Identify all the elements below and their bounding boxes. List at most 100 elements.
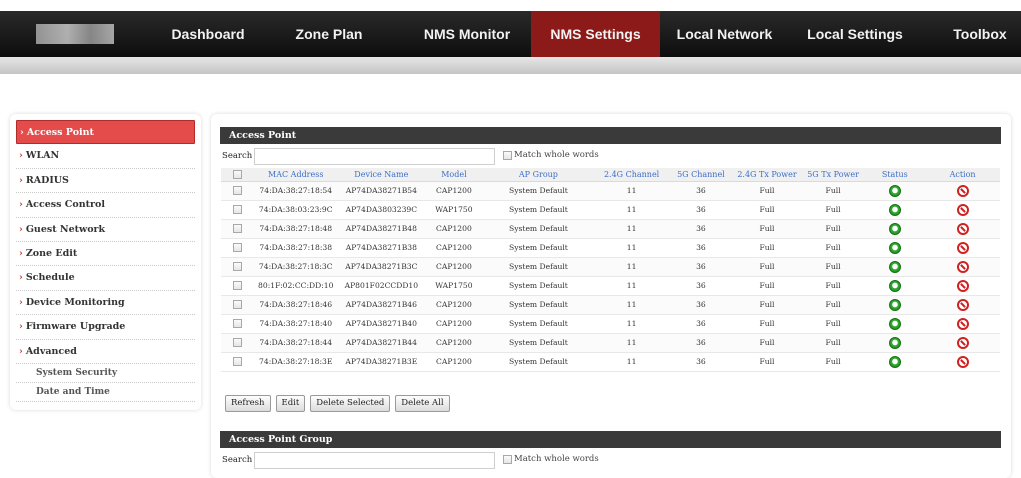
row-select-checkbox[interactable] <box>232 300 242 310</box>
row-select-cell <box>221 295 254 315</box>
sidebar-item-label: RADIUS <box>25 174 69 186</box>
cell-group: System Default <box>483 333 594 353</box>
sidebar-item-guest-network[interactable]: › Guest Network <box>16 218 195 242</box>
delete-icon[interactable] <box>956 222 969 235</box>
cell-ch5: 36 <box>669 219 733 239</box>
online-status-icon <box>888 260 901 273</box>
match-whole-words-option[interactable]: Match whole words <box>503 150 599 160</box>
sidebar-item-wlan[interactable]: › WLAN <box>16 144 195 169</box>
delete-icon[interactable] <box>956 355 969 368</box>
row-select-checkbox[interactable] <box>232 262 242 272</box>
nav-toolbox[interactable]: Toolbox <box>940 11 1020 57</box>
column-header[interactable]: Action <box>925 168 1000 182</box>
row-select-checkbox[interactable] <box>232 281 242 291</box>
sidebar-item-access-point[interactable]: › Access Point <box>16 120 195 145</box>
nav-local-network[interactable]: Local Network <box>667 11 782 57</box>
sidebar-item-advanced[interactable]: › Advanced <box>16 340 195 364</box>
row-select-cell <box>221 181 254 201</box>
brand-logo[interactable] <box>36 24 114 44</box>
search-row: Search Match whole words <box>220 144 1001 168</box>
table-actions: Refresh Edit Delete Selected Delete All <box>225 395 450 412</box>
column-header[interactable]: 5G Tx Power <box>801 168 865 182</box>
delete-icon[interactable] <box>956 298 969 311</box>
chevron-right-icon: › <box>19 296 23 308</box>
delete-icon[interactable] <box>956 241 969 254</box>
match-whole-words-checkbox[interactable] <box>503 454 512 464</box>
sidebar-item-device-monitoring[interactable]: › Device Monitoring <box>16 291 195 316</box>
group-search-input[interactable] <box>254 452 495 469</box>
online-status-icon <box>888 241 901 254</box>
cell-tx5: Full <box>801 314 865 334</box>
cell-mac: 74:DA:38:27:18:38 <box>253 238 338 258</box>
cell-mac: 74:DA:38:27:18:54 <box>253 181 338 201</box>
cell-group: System Default <box>483 295 594 315</box>
online-status-icon <box>888 203 901 216</box>
cell-model: CAP1200 <box>424 333 484 353</box>
sidebar-subitem-system-security[interactable]: System Security <box>16 364 195 383</box>
delete-icon[interactable] <box>956 317 969 330</box>
sidebar-item-schedule[interactable]: › Schedule <box>16 266 195 291</box>
table-row: 74:DA:38:27:18:38 AP74DA38271B38 CAP1200 Sy… <box>221 238 1000 258</box>
cell-name: AP74DA38271B40 <box>338 314 425 334</box>
status-cell <box>864 200 926 220</box>
nav-dashboard[interactable]: Dashboard <box>158 11 258 57</box>
cell-ch5: 36 <box>669 352 733 372</box>
column-header[interactable]: 2.4G Tx Power <box>732 168 802 182</box>
row-select-checkbox[interactable] <box>232 186 242 196</box>
status-cell <box>864 295 926 315</box>
cell-tx5: Full <box>801 295 865 315</box>
row-select-checkbox[interactable] <box>232 224 242 234</box>
sidebar-item-radius[interactable]: › RADIUS <box>16 169 195 194</box>
row-select-checkbox[interactable] <box>232 338 242 348</box>
sidebar-item-label: Access Point <box>26 127 94 138</box>
column-header[interactable]: AP Group <box>483 168 594 182</box>
edit-button[interactable]: Edit <box>275 395 306 412</box>
online-status-icon <box>888 184 901 197</box>
match-whole-words-checkbox[interactable] <box>503 150 512 160</box>
delete-icon[interactable] <box>956 203 969 216</box>
sidebar-item-label: Access Control <box>25 199 105 211</box>
delete-icon[interactable] <box>956 260 969 273</box>
column-header[interactable]: 5G Channel <box>669 168 733 182</box>
cell-tx5: Full <box>801 333 865 353</box>
row-select-checkbox[interactable] <box>232 243 242 253</box>
nav-nms-monitor[interactable]: NMS Monitor <box>412 11 522 57</box>
cell-mac: 74:DA:38:27:18:3C <box>253 257 338 277</box>
chevron-right-icon: › <box>19 223 23 235</box>
nav-nms-settings[interactable]: NMS Settings <box>531 11 660 57</box>
delete-selected-button[interactable]: Delete Selected <box>310 395 391 412</box>
cell-model: CAP1200 <box>424 181 484 201</box>
cell-tx5: Full <box>801 276 865 296</box>
sidebar-item-access-control[interactable]: › Access Control <box>16 193 195 218</box>
cell-tx24: Full <box>732 181 802 201</box>
nav-local-settings[interactable]: Local Settings <box>795 11 915 57</box>
panel-title: Access Point <box>220 127 1001 144</box>
match-whole-words-option[interactable]: Match whole words <box>503 454 599 464</box>
select-all-checkbox-header[interactable] <box>221 168 254 182</box>
delete-icon[interactable] <box>956 279 969 292</box>
row-select-cell <box>221 314 254 334</box>
action-cell <box>925 257 1000 277</box>
delete-all-button[interactable]: Delete All <box>395 395 450 412</box>
search-row: Search Match whole words <box>220 448 1001 472</box>
online-status-icon <box>888 298 901 311</box>
column-header[interactable]: 2.4G Channel <box>593 168 670 182</box>
column-header[interactable]: Model <box>424 168 484 182</box>
column-header[interactable]: Status <box>864 168 926 182</box>
column-header[interactable]: Device Name <box>338 168 425 182</box>
row-select-cell <box>221 219 254 239</box>
refresh-button[interactable]: Refresh <box>225 395 271 412</box>
cell-tx5: Full <box>801 257 865 277</box>
column-header[interactable]: MAC Address <box>253 168 338 182</box>
sidebar-item-firmware-upgrade[interactable]: › Firmware Upgrade <box>16 315 195 340</box>
search-input[interactable] <box>254 148 495 165</box>
row-select-checkbox[interactable] <box>232 205 242 215</box>
row-select-checkbox[interactable] <box>232 357 242 367</box>
nav-zone-plan[interactable]: Zone Plan <box>284 11 374 57</box>
sidebar-item-zone-edit[interactable]: › Zone Edit <box>16 242 195 267</box>
delete-icon[interactable] <box>956 336 969 349</box>
row-select-checkbox[interactable] <box>232 319 242 329</box>
select-all-checkbox[interactable] <box>232 170 242 179</box>
sidebar-subitem-date-and-time[interactable]: Date and Time <box>16 383 195 402</box>
delete-icon[interactable] <box>956 184 969 197</box>
